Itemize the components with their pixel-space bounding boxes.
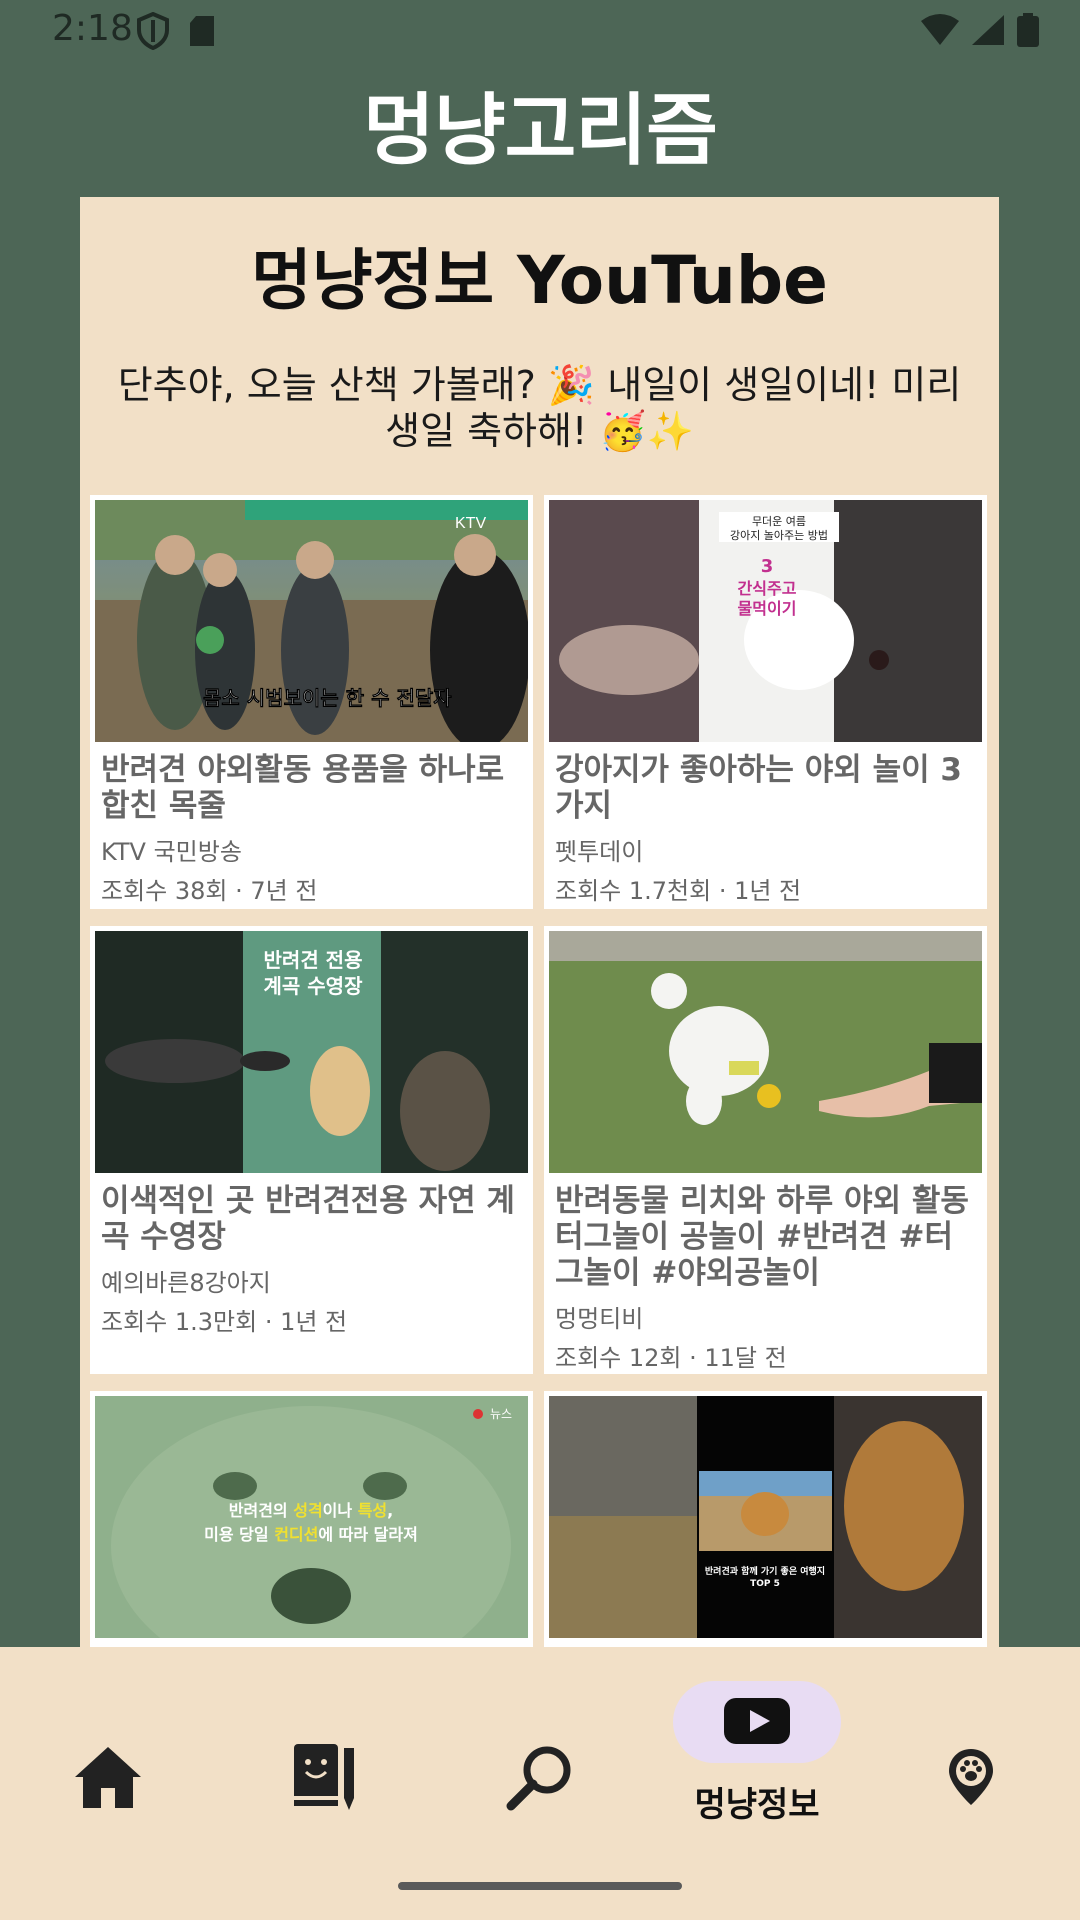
video-card[interactable]: 무더운 여름 강아지 놀아주는 방법 3 간식주고 물먹이기 강아지가 좋아하는… bbox=[544, 495, 987, 909]
wifi-icon bbox=[921, 14, 959, 45]
video-channel[interactable]: 멍멍티비 bbox=[555, 1299, 976, 1334]
video-card[interactable]: 반려견과 함께 가기 좋은 여행지 TOP 5 bbox=[544, 1391, 987, 1647]
video-title[interactable]: 이색적인 곳 반려견전용 자연 계곡 수영장 bbox=[101, 1183, 522, 1255]
thumbnail-badge: 뉴스 bbox=[490, 1407, 512, 1421]
nav-search[interactable] bbox=[480, 1717, 600, 1837]
svg-text:3: 3 bbox=[761, 556, 774, 577]
diary-icon bbox=[294, 1744, 354, 1810]
video-card[interactable]: 뉴스 반려견의 성격이나 특성, 미용 당일 컨디션에 따라 달라져 bbox=[90, 1391, 533, 1647]
paw-location-icon bbox=[949, 1749, 993, 1805]
sd-card-icon bbox=[190, 16, 214, 46]
video-thumbnail[interactable]: 뉴스 반려견의 성격이나 특성, 미용 당일 컨디션에 따라 달라져 bbox=[95, 1396, 528, 1638]
battery-icon bbox=[1017, 13, 1039, 47]
greeting-message: 단추야, 오늘 산책 가볼래? 🎉 내일이 생일이네! 미리 생일 축하해! 🥳… bbox=[117, 363, 962, 453]
video-thumbnail[interactable]: 반려견과 함께 가기 좋은 여행지 TOP 5 bbox=[549, 1396, 982, 1638]
svg-text:몸소 시범보이는 한 수 전달자: 몸소 시범보이는 한 수 전달자 bbox=[203, 686, 452, 710]
video-channel[interactable]: 펫투데이 bbox=[555, 832, 976, 867]
nav-home[interactable] bbox=[48, 1717, 168, 1837]
svg-text:물먹이기: 물먹이기 bbox=[738, 599, 797, 618]
svg-text:강아지 놀아주는 방법: 강아지 놀아주는 방법 bbox=[730, 529, 828, 542]
home-indicator[interactable] bbox=[398, 1882, 682, 1890]
status-time: 2:18 bbox=[52, 8, 133, 49]
youtube-icon bbox=[724, 1698, 790, 1744]
thumbnail-image bbox=[549, 931, 982, 1173]
svg-text:반려견의 성격이나 특성,: 반려견의 성격이나 특성, bbox=[229, 1501, 393, 1520]
status-bar: 2:18 bbox=[0, 0, 1080, 60]
shield-icon bbox=[137, 12, 169, 50]
nav-diary[interactable] bbox=[263, 1717, 383, 1837]
svg-text:반려견과 함께 가기 좋은 여행지: 반려견과 함께 가기 좋은 여행지 bbox=[705, 1565, 825, 1577]
video-title[interactable]: 반려견 야외활동 용품을 하나로 합친 목줄 bbox=[101, 752, 522, 824]
video-meta: 조회수 12회 · 11달 전 bbox=[555, 1344, 787, 1372]
video-thumbnail[interactable]: KTV 몸소 시범보이는 한 수 전달자 bbox=[95, 500, 528, 742]
video-meta: 조회수 1.3만회 · 1년 전 bbox=[101, 1308, 348, 1336]
video-thumbnail[interactable]: 무더운 여름 강아지 놀아주는 방법 3 간식주고 물먹이기 bbox=[549, 500, 982, 742]
bottom-navigation: 멍냥정보 bbox=[0, 1647, 1080, 1920]
video-thumbnail[interactable]: 반려견 전용 계곡 수영장 bbox=[95, 931, 528, 1173]
video-meta: 조회수 1.7천회 · 1년 전 bbox=[555, 877, 802, 905]
thumbnail-image: 반려견 전용 계곡 수영장 bbox=[95, 931, 528, 1173]
app-title: 멍냥고리즘 bbox=[363, 86, 718, 176]
thumbnail-image: 무더운 여름 강아지 놀아주는 방법 3 간식주고 물먹이기 bbox=[549, 500, 982, 742]
youtube-feed-panel[interactable]: 멍냥정보 YouTube 단추야, 오늘 산책 가볼래? 🎉 내일이 생일이네!… bbox=[80, 197, 999, 1647]
nav-active-label[interactable]: 멍냥정보 bbox=[660, 1777, 854, 1826]
video-card[interactable]: 반려견 전용 계곡 수영장 이색적인 곳 반려견전용 자연 계곡 수영장 예의바… bbox=[90, 926, 533, 1374]
video-title[interactable]: 강아지가 좋아하는 야외 놀이 3가지 bbox=[555, 752, 976, 824]
home-icon bbox=[75, 1747, 141, 1808]
video-channel[interactable]: 예의바른8강아지 bbox=[101, 1263, 522, 1298]
nav-youtube-info[interactable] bbox=[697, 1661, 817, 1781]
svg-text:계곡 수영장: 계곡 수영장 bbox=[264, 974, 364, 998]
search-icon bbox=[506, 1746, 571, 1811]
section-title: 멍냥정보 YouTube bbox=[251, 242, 828, 319]
video-channel[interactable]: KTV 국민방송 bbox=[101, 832, 522, 867]
video-grid: KTV 몸소 시범보이는 한 수 전달자 반려견 야외활동 용품을 하나로 합친… bbox=[90, 495, 990, 1647]
video-card[interactable]: 반려동물 리치와 하루 야외 활동 터그놀이 공놀이 #반려견 #터그놀이 #야… bbox=[544, 926, 987, 1374]
svg-text:간식주고: 간식주고 bbox=[738, 579, 797, 598]
thumbnail-badge: KTV bbox=[455, 515, 486, 532]
video-card[interactable]: KTV 몸소 시범보이는 한 수 전달자 반려견 야외활동 용품을 하나로 합친… bbox=[90, 495, 533, 909]
thumbnail-image: 반려견과 함께 가기 좋은 여행지 TOP 5 bbox=[549, 1396, 982, 1638]
svg-text:무더운 여름: 무더운 여름 bbox=[752, 515, 806, 528]
signal-icon bbox=[972, 15, 1004, 45]
nav-places[interactable] bbox=[911, 1717, 1031, 1837]
video-title[interactable]: 반려동물 리치와 하루 야외 활동 터그놀이 공놀이 #반려견 #터그놀이 #야… bbox=[555, 1183, 976, 1291]
svg-text:미용 당일 컨디션에 따라 달라져: 미용 당일 컨디션에 따라 달라져 bbox=[204, 1525, 418, 1544]
svg-text:반려견 전용: 반려견 전용 bbox=[264, 948, 363, 972]
thumbnail-image: KTV 몸소 시범보이는 한 수 전달자 bbox=[95, 500, 528, 742]
svg-text:TOP 5: TOP 5 bbox=[750, 1579, 780, 1589]
video-thumbnail[interactable] bbox=[549, 931, 982, 1173]
video-meta: 조회수 38회 · 7년 전 bbox=[101, 877, 318, 905]
thumbnail-image: 뉴스 반려견의 성격이나 특성, 미용 당일 컨디션에 따라 달라져 bbox=[111, 1406, 512, 1638]
